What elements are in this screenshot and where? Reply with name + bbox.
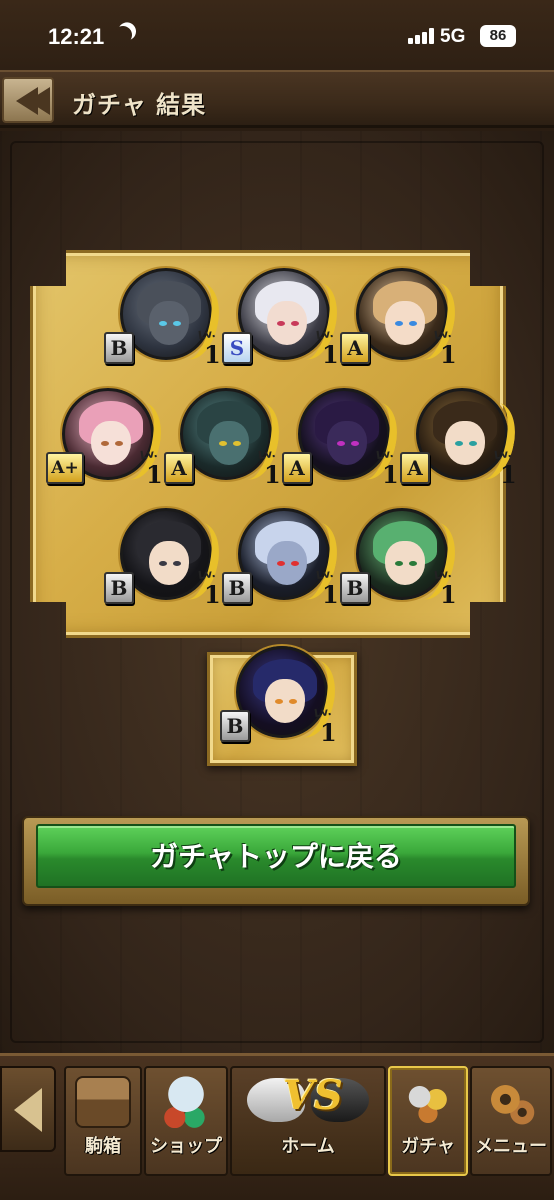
- result-unit-10[interactable]: B Lv. 1: [340, 508, 462, 618]
- gear-icon: [483, 1076, 539, 1128]
- rank-badge: S: [222, 332, 252, 364]
- vs-text: VS: [283, 1072, 343, 1119]
- level-value: 1: [500, 460, 517, 489]
- result-unit-4[interactable]: A+ Lv. 1: [46, 388, 168, 498]
- rank-badge: A: [282, 452, 312, 484]
- rank-badge: A+: [46, 452, 84, 484]
- nav-item-piece-box[interactable]: 駒箱: [64, 1066, 142, 1176]
- result-unit-6[interactable]: A Lv. 1: [282, 388, 404, 498]
- signal-icon: [408, 28, 434, 44]
- nav-back-button[interactable]: [0, 1066, 56, 1152]
- network-label: 5G: [440, 26, 466, 47]
- result-unit-9[interactable]: B Lv. 1: [222, 508, 344, 618]
- level-value: 1: [264, 460, 281, 489]
- rank-badge: B: [222, 572, 252, 604]
- rank-badge: A: [164, 452, 194, 484]
- shop-icon: [158, 1076, 214, 1128]
- status-time: 12:21: [48, 24, 105, 49]
- chest-icon: [75, 1076, 131, 1128]
- header-bar: ガチャ 結果: [0, 70, 554, 128]
- result-unit-1[interactable]: B Lv. 1: [104, 268, 226, 378]
- level-value: 1: [440, 340, 457, 369]
- return-to-gacha-top-label[interactable]: ガチャトップに戻る: [36, 824, 516, 888]
- back-button[interactable]: [2, 77, 54, 123]
- return-to-gacha-top-button[interactable]: ガチャトップに戻る: [22, 816, 530, 906]
- result-unit-7[interactable]: A Lv. 1: [400, 388, 522, 498]
- result-unit-8[interactable]: B Lv. 1: [104, 508, 226, 618]
- level-value: 1: [204, 580, 221, 609]
- gacha-icon: [400, 1076, 456, 1128]
- rank-badge: B: [104, 572, 134, 604]
- rank-badge: B: [340, 572, 370, 604]
- level-value: 1: [320, 718, 337, 747]
- rank-badge: B: [220, 710, 250, 742]
- rank-badge: A: [400, 452, 430, 484]
- level-value: 1: [322, 340, 339, 369]
- level-value: 1: [204, 340, 221, 369]
- nav-label: ホーム: [281, 1136, 335, 1157]
- nav-item-menu[interactable]: メニュー: [470, 1066, 552, 1176]
- rank-badge: B: [104, 332, 134, 364]
- nav-item-shop[interactable]: ショップ: [144, 1066, 228, 1176]
- level-value: 1: [440, 580, 457, 609]
- rank-badge: A: [340, 332, 370, 364]
- nav-item-home[interactable]: VS ホーム: [230, 1066, 386, 1176]
- moon-icon: [111, 23, 134, 46]
- status-bar: 12:21 5G 86: [0, 0, 554, 70]
- level-value: 1: [322, 580, 339, 609]
- bottom-nav: 駒箱 ショップ VS ホーム ガチャ メニュー: [0, 1053, 554, 1200]
- level-value: 1: [382, 460, 399, 489]
- nav-item-gacha[interactable]: ガチャ: [388, 1066, 468, 1176]
- bonus-result-unit[interactable]: B Lv. 1: [220, 646, 342, 756]
- nav-label: ガチャ: [401, 1136, 455, 1157]
- nav-label: メニュー: [475, 1136, 547, 1157]
- result-unit-5[interactable]: A Lv. 1: [164, 388, 286, 498]
- result-unit-2[interactable]: S Lv. 1: [222, 268, 344, 378]
- page-title: ガチャ 結果: [72, 91, 207, 119]
- battery-indicator: 86: [480, 25, 516, 47]
- nav-label: ショップ: [150, 1136, 222, 1157]
- level-value: 1: [146, 460, 163, 489]
- result-unit-3[interactable]: A Lv. 1: [340, 268, 462, 378]
- nav-label: 駒箱: [85, 1136, 121, 1157]
- vs-icon: VS: [243, 1070, 373, 1132]
